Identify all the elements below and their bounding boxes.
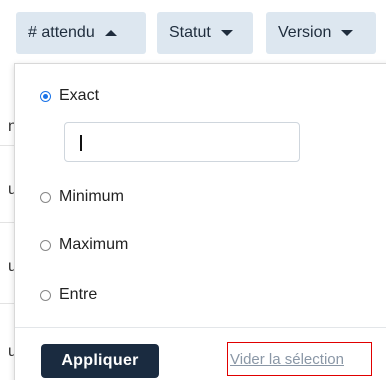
option-exact-label: Exact	[59, 87, 100, 104]
option-entre[interactable]: Entre	[40, 286, 97, 304]
panel-divider	[15, 327, 386, 328]
option-maximum[interactable]: Maximum	[40, 236, 128, 254]
option-minimum[interactable]: Minimum	[40, 188, 124, 206]
clear-selection-link[interactable]: Vider la sélection	[227, 342, 372, 376]
option-entre-label: Entre	[59, 286, 98, 303]
radio-unchecked-icon[interactable]	[40, 191, 51, 203]
radio-checked-icon[interactable]	[40, 90, 51, 102]
filter-version-button[interactable]: Version	[266, 12, 376, 54]
table-row-divider	[0, 303, 14, 304]
attendu-filter-panel: Exact Minimum Maximum Entre Appliquer Vi…	[14, 63, 386, 380]
filter-version-label: Version	[278, 24, 332, 41]
table-row-divider	[0, 222, 14, 223]
text-cursor	[80, 135, 82, 151]
filter-statut-label: Statut	[169, 24, 211, 41]
option-maximum-label: Maximum	[59, 236, 129, 253]
filter-attendu-label: # attendu	[28, 24, 95, 41]
page: # attendu Statut Version n u u u Exact M…	[0, 0, 386, 380]
table-row-divider	[0, 145, 14, 146]
option-exact[interactable]: Exact	[40, 87, 99, 105]
apply-button[interactable]: Appliquer	[41, 344, 159, 378]
caret-down-icon	[220, 30, 233, 36]
clear-selection-label: Vider la sélection	[230, 350, 344, 368]
radio-unchecked-icon[interactable]	[40, 289, 51, 301]
filter-attendu-button[interactable]: # attendu	[16, 12, 146, 54]
radio-unchecked-icon[interactable]	[40, 239, 51, 251]
caret-down-icon	[341, 30, 354, 36]
filter-statut-button[interactable]: Statut	[157, 12, 253, 54]
caret-up-icon	[104, 30, 117, 36]
exact-value-input[interactable]	[64, 122, 300, 162]
option-minimum-label: Minimum	[59, 188, 124, 205]
